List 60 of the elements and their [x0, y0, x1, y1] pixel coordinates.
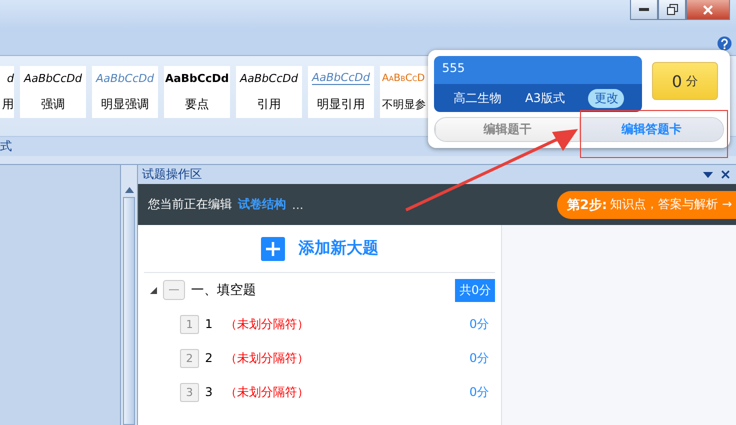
- style-label: 明显强调: [101, 96, 149, 112]
- question-index: 3: [180, 382, 199, 402]
- question-note: （未划分隔符）: [225, 384, 310, 400]
- question-score: 0分: [469, 350, 489, 366]
- question-note: （未划分隔符）: [225, 316, 310, 332]
- style-sample: d: [7, 72, 14, 84]
- section-marker: 一: [163, 280, 185, 300]
- group-label: 式: [0, 138, 12, 155]
- style-sample: AaBbCcD: [382, 72, 425, 84]
- maximize-button[interactable]: [658, 0, 686, 20]
- section-total: 共0分: [455, 278, 495, 302]
- question-number: 3: [205, 385, 214, 399]
- style-label: 用: [2, 96, 14, 112]
- minimize-icon: [639, 8, 649, 12]
- status-target: 试卷结构: [238, 196, 286, 213]
- restore-icon: [666, 4, 678, 15]
- style-label: 不明显参: [382, 96, 426, 112]
- style-label: 强调: [41, 96, 65, 112]
- question-number: 2: [205, 351, 214, 365]
- style-label: 明显引用: [317, 96, 365, 113]
- scrollbar[interactable]: [120, 165, 137, 425]
- question-index: 1: [180, 314, 199, 334]
- plus-icon: [260, 236, 284, 260]
- style-tile[interactable]: AaBbCcDd 引用: [236, 66, 302, 118]
- style-sample: AaBbCcDd: [96, 72, 154, 84]
- style-tile[interactable]: AaBbCcDd 要点: [164, 66, 230, 118]
- close-icon: [703, 4, 713, 14]
- dropdown-icon: [703, 172, 713, 178]
- panel-title: 试题操作区: [142, 166, 203, 183]
- minimize-button[interactable]: [630, 0, 658, 20]
- score-value: 0: [672, 72, 682, 90]
- close-button[interactable]: [686, 0, 730, 20]
- scroll-up-icon: [124, 187, 134, 193]
- style-sample: AaBbCcDd: [165, 72, 229, 84]
- style-sample: AaBbCcDd: [240, 72, 298, 84]
- exam-subject: 高二生物: [454, 90, 502, 107]
- status-ellipsis: ...: [292, 198, 304, 212]
- question-index: 2: [180, 348, 199, 368]
- question-row[interactable]: 1 1 （未划分隔符） 0分: [138, 307, 501, 341]
- style-tile[interactable]: d 用: [0, 66, 14, 118]
- question-number: 1: [205, 317, 214, 331]
- status-text: 您当前正在编辑: [148, 196, 232, 213]
- style-tile[interactable]: AaBbCcDd 明显强调: [92, 66, 158, 118]
- question-note: （未划分隔符）: [225, 350, 310, 366]
- exam-format: A3版式: [525, 90, 565, 107]
- style-label: 引用: [257, 96, 281, 112]
- style-sample: AaBbCcDd: [312, 71, 370, 86]
- question-score: 0分: [469, 384, 489, 400]
- question-row[interactable]: 2 2 （未划分隔符） 0分: [138, 341, 501, 375]
- score-unit: 分: [686, 72, 698, 90]
- question-row[interactable]: 3 3 （未划分隔符） 0分: [138, 375, 501, 409]
- section-row[interactable]: 一 一、填空题 共0分: [138, 273, 501, 307]
- style-tile[interactable]: AaBbCcDd 明显引用: [308, 66, 374, 118]
- question-score: 0分: [469, 316, 489, 332]
- style-label: 要点: [185, 96, 209, 112]
- style-sample: AaBbCcDd: [24, 72, 82, 84]
- close-icon: [721, 170, 730, 179]
- style-tile[interactable]: AaBbCcDd 强调: [20, 66, 86, 118]
- change-button[interactable]: 更改: [588, 89, 624, 108]
- section-title: 一、填空题: [191, 282, 257, 299]
